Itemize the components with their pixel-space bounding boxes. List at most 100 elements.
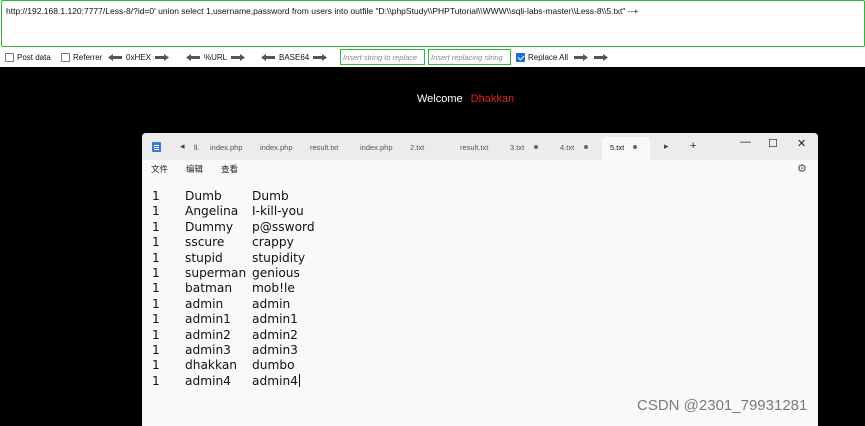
line-username: sscure	[185, 235, 225, 250]
line-password: admin1	[252, 312, 298, 327]
line-id: 1	[152, 235, 160, 250]
menu-edit[interactable]: 编辑	[186, 163, 203, 175]
line-password: stupidity	[252, 250, 306, 265]
tab-label: 5.txt	[610, 143, 625, 152]
welcome-message: Welcome Dhakkan	[417, 93, 514, 105]
line-username: admin1	[185, 312, 231, 327]
tab-scroll-left-icon[interactable]: ◂	[180, 141, 185, 152]
text-editor[interactable]: 1 Dumb Dumb 1 Angelina I-kill-you 1 Dummy p@sswo…	[142, 178, 818, 426]
menu-file[interactable]: 文件	[151, 163, 168, 175]
tab-label: index.php	[360, 143, 393, 152]
line-username: admin3	[185, 343, 231, 357]
line-id: 1	[152, 250, 160, 265]
line-id: 1	[152, 327, 160, 342]
unsaved-dot-icon[interactable]	[633, 145, 637, 149]
line-username: batman	[185, 281, 233, 296]
tab-index-php[interactable]: index.php	[252, 137, 300, 160]
line-username: Angelina	[185, 204, 239, 219]
tab-label: index.php	[210, 143, 243, 152]
minimize-button[interactable]: —	[740, 136, 751, 148]
line-password: genious	[252, 266, 300, 280]
post-data-checkbox[interactable]	[5, 53, 14, 62]
line-id: 1	[152, 358, 160, 373]
url-encode-group: %URL	[186, 50, 246, 65]
tab-result-txt[interactable]: result.txt	[302, 137, 350, 160]
insert-string-input[interactable]: Insert string to replace	[340, 49, 425, 65]
replacing-string-input[interactable]: Insert replacing string	[428, 49, 511, 65]
line-id: 1	[152, 189, 160, 203]
line-password: admin4	[252, 373, 300, 388]
tab-3-txt[interactable]: 3.txt	[502, 137, 550, 160]
tab-partial-label[interactable]: ll.	[194, 143, 199, 152]
line-id: 1	[152, 312, 160, 327]
maximize-button[interactable]: ☐	[768, 137, 778, 150]
new-tab-button[interactable]: +	[690, 140, 696, 152]
replace-left-arrow-icon[interactable]	[574, 54, 588, 61]
tab-index-php[interactable]: index.php	[352, 137, 400, 160]
tab-label: result.txt	[310, 143, 339, 152]
url-input[interactable]: http://192.168.1.120:7777/Less-8/?id=0' …	[1, 0, 865, 47]
tab-2-txt[interactable]: 2.txt	[402, 137, 450, 160]
line-id: 1	[152, 343, 160, 357]
notepad-titlebar: ◂ ll. index.php index.php result.txt index.…	[142, 133, 818, 160]
url-label: %URL	[204, 53, 228, 62]
replace-all-label: Replace All	[528, 53, 569, 62]
post-data-toggle[interactable]: Post data	[5, 50, 51, 65]
tab-scroll-right-icon[interactable]: ▸	[664, 141, 669, 152]
line-username: superman	[185, 266, 247, 280]
line-id: 1	[152, 296, 160, 311]
url-encode-arrow-icon[interactable]	[231, 54, 246, 61]
line-username: stupid	[185, 250, 223, 265]
line-username: admin2	[185, 327, 231, 342]
notepad-window: ◂ ll. index.php index.php result.txt index.…	[142, 133, 818, 426]
tab-4-txt[interactable]: 4.txt	[552, 137, 600, 160]
line-username: admin4	[185, 373, 231, 388]
tab-label: result.txt	[460, 143, 489, 152]
line-password: admin2	[252, 327, 298, 342]
text-caret	[298, 373, 300, 387]
tab-5-txt[interactable]: 5.txt	[602, 137, 650, 160]
tab-label: 2.txt	[410, 143, 425, 152]
referrer-checkbox[interactable]	[61, 53, 70, 62]
tab-label: 3.txt	[510, 143, 525, 152]
line-username: Dumb	[185, 189, 222, 203]
settings-gear-icon[interactable]: ⚙	[797, 162, 807, 175]
notepad-menubar: 文件 编辑 查看 ⚙	[142, 160, 818, 178]
line-username: Dummy	[185, 219, 234, 234]
line-password: mob!le	[252, 281, 295, 296]
line-username: dhakkan	[185, 358, 238, 373]
menu-view[interactable]: 查看	[221, 163, 238, 175]
tab-result-txt[interactable]: result.txt	[452, 137, 500, 160]
line-password: p@ssword	[252, 219, 315, 234]
line-id: 1	[152, 373, 160, 388]
line-id: 1	[152, 219, 160, 234]
welcome-label: Welcome	[417, 93, 463, 105]
hex-encode-group: 0xHEX	[108, 50, 169, 65]
line-id: 1	[152, 266, 160, 280]
line-password: I-kill-you	[252, 204, 304, 219]
replace-arrows	[574, 50, 608, 65]
line-password: admin	[252, 296, 291, 311]
line-password: admin3	[252, 343, 298, 357]
close-button[interactable]: ✕	[797, 137, 806, 150]
unsaved-dot-icon[interactable]	[534, 145, 538, 149]
replace-right-arrow-icon[interactable]	[594, 54, 608, 61]
base64-encode-arrow-icon[interactable]	[313, 54, 328, 61]
replace-all-checkbox[interactable]	[516, 53, 525, 62]
base64-decode-arrow-icon[interactable]	[261, 54, 275, 61]
url-decode-arrow-icon[interactable]	[186, 54, 200, 61]
unsaved-dot-icon[interactable]	[584, 145, 588, 149]
referrer-toggle[interactable]: Referrer	[61, 50, 102, 65]
hex-encode-arrow-icon[interactable]	[154, 54, 169, 61]
csdn-watermark: CSDN @2301_79931281	[637, 397, 808, 414]
replace-all-toggle[interactable]: Replace All	[516, 50, 568, 65]
line-password: Dumb	[252, 189, 289, 203]
notepad-app-icon	[152, 142, 161, 152]
line-username: admin	[185, 296, 224, 311]
line-id: 1	[152, 281, 160, 296]
tab-index-php[interactable]: index.php	[202, 137, 250, 160]
base64-group: BASE64	[261, 50, 328, 65]
hex-label: 0xHEX	[126, 53, 151, 62]
line-password: dumbo	[252, 358, 295, 373]
hex-decode-arrow-icon[interactable]	[108, 54, 122, 61]
